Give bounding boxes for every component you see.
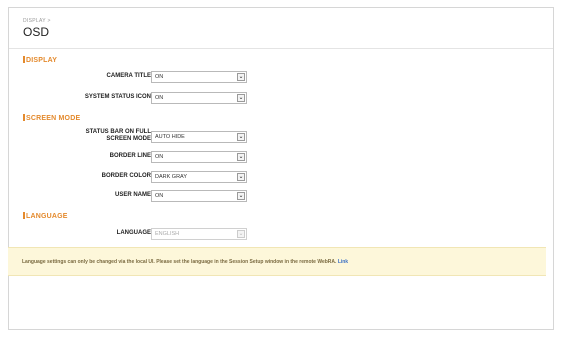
language-notice: Language settings can only be changed vi… bbox=[8, 247, 546, 276]
chevron-down-icon[interactable]: ⌄ bbox=[237, 73, 245, 81]
language-value: ENGLISH bbox=[155, 231, 180, 237]
section-language-title: LANGUAGE bbox=[26, 213, 68, 220]
chevron-down-icon[interactable]: ⌄ bbox=[237, 94, 245, 102]
status-bar-value: AUTO HIDE bbox=[155, 134, 185, 140]
chevron-down-icon[interactable]: ⌄ bbox=[237, 153, 245, 161]
section-marker bbox=[23, 56, 25, 63]
border-line-label: BORDER LINE bbox=[109, 153, 151, 159]
chevron-down-icon[interactable]: ⌄ bbox=[237, 192, 245, 200]
page-header: DISPLAY > OSD bbox=[9, 8, 553, 49]
language-select: ENGLISH ⌄ bbox=[151, 228, 247, 240]
section-marker bbox=[23, 212, 25, 219]
chevron-down-icon[interactable]: ⌄ bbox=[237, 133, 245, 141]
system-status-icon-value: ON bbox=[155, 95, 164, 101]
user-name-value: ON bbox=[155, 193, 164, 199]
status-bar-select[interactable]: AUTO HIDE ⌄ bbox=[151, 131, 247, 143]
border-color-select[interactable]: DARK GRAY ⌄ bbox=[151, 171, 247, 183]
osd-settings-panel: DISPLAY > OSD DISPLAY CAMERA TITLE ON ⌄ … bbox=[8, 7, 554, 330]
camera-title-value: ON bbox=[155, 74, 164, 80]
border-color-value: DARK GRAY bbox=[155, 174, 187, 180]
border-line-select[interactable]: ON ⌄ bbox=[151, 151, 247, 163]
camera-title-select[interactable]: ON ⌄ bbox=[151, 71, 247, 83]
system-status-icon-label: SYSTEM STATUS ICON bbox=[84, 94, 151, 100]
chevron-down-icon[interactable]: ⌄ bbox=[237, 173, 245, 181]
language-label: LANGUAGE bbox=[116, 230, 151, 236]
border-line-value: ON bbox=[155, 154, 164, 160]
section-screen-mode-title: SCREEN MODE bbox=[26, 115, 81, 122]
camera-title-label: CAMERA TITLE bbox=[106, 73, 151, 79]
section-screen-mode: SCREEN MODE bbox=[23, 114, 80, 122]
section-display-title: DISPLAY bbox=[26, 57, 58, 64]
section-display: DISPLAY bbox=[23, 56, 57, 64]
breadcrumb[interactable]: DISPLAY > bbox=[23, 18, 51, 24]
chevron-down-icon: ⌄ bbox=[237, 230, 245, 238]
page-title: OSD bbox=[23, 25, 50, 39]
notice-text: Language settings can only be changed vi… bbox=[22, 259, 337, 265]
section-marker bbox=[23, 114, 25, 121]
user-name-label: USER NAME bbox=[114, 192, 151, 198]
notice-link[interactable]: Link bbox=[338, 259, 348, 265]
user-name-select[interactable]: ON ⌄ bbox=[151, 190, 247, 202]
border-color-label: BORDER COLOR bbox=[101, 173, 151, 179]
section-language: LANGUAGE bbox=[23, 212, 68, 220]
status-bar-label: STATUS BAR ON FULL SCREEN MODE bbox=[85, 129, 151, 142]
system-status-icon-select[interactable]: ON ⌄ bbox=[151, 92, 247, 104]
